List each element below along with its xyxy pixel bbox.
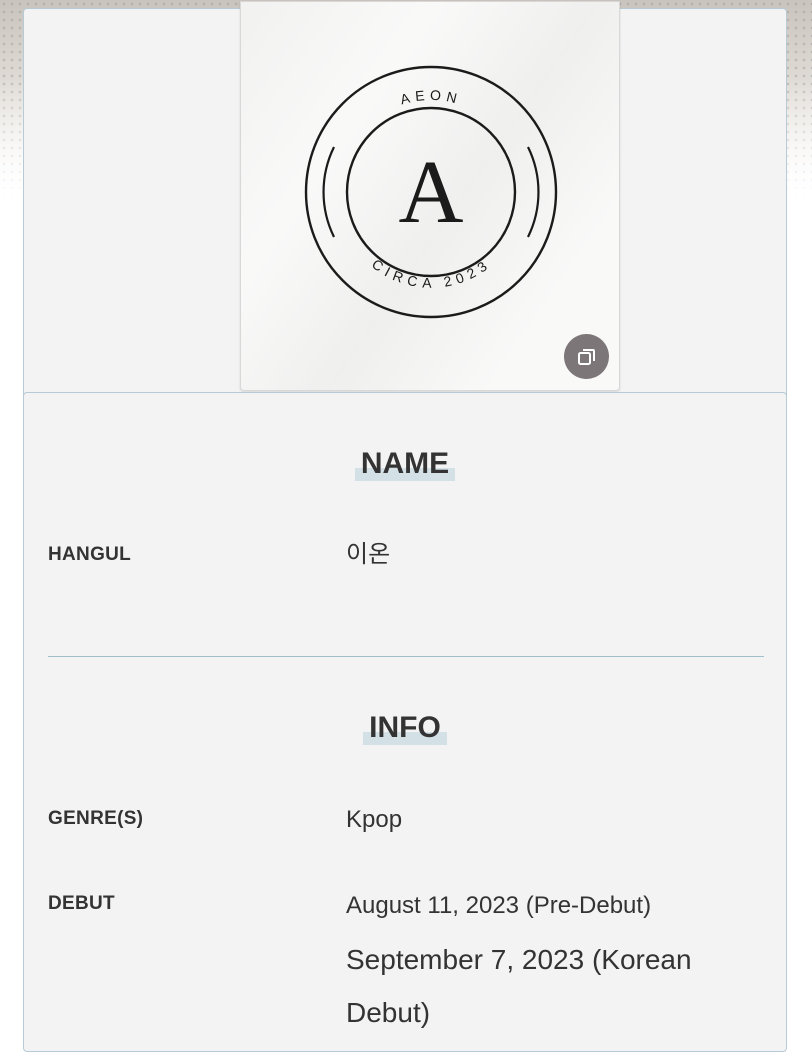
debut-value-korean: September 7, 2023 (Korean Debut) [346,944,692,1028]
image-card: AEON CIRCA 2023 A [23,1,787,400]
hangul-label: HANGUL [48,544,132,565]
name-section-title: NAME [24,447,786,481]
logo-letter: A [399,143,464,242]
hangul-value: 이온 [346,541,391,568]
info-card: NAME HANGUL 이온 INFO GENRE(S) Kpop DEBUT … [23,392,787,1052]
aeon-logo: AEON CIRCA 2023 A [304,65,558,319]
gallery-stack-icon [577,348,595,365]
genre-value: Kpop [346,806,403,833]
info-section-title: INFO [24,711,786,745]
debut-value-pre: August 11, 2023 (Pre-Debut) [346,892,652,919]
logo-top-text: AEON [398,87,458,108]
group-logo-image[interactable]: AEON CIRCA 2023 A [240,1,620,391]
svg-text:AEON: AEON [398,87,463,108]
gallery-button[interactable] [564,334,609,379]
debut-label: DEBUT [48,893,115,914]
logo-bottom-text: CIRCA 2023 [369,256,490,291]
genre-label: GENRE(S) [48,808,144,829]
section-divider [48,656,764,657]
svg-text:CIRCA 2023: CIRCA 2023 [369,256,494,291]
